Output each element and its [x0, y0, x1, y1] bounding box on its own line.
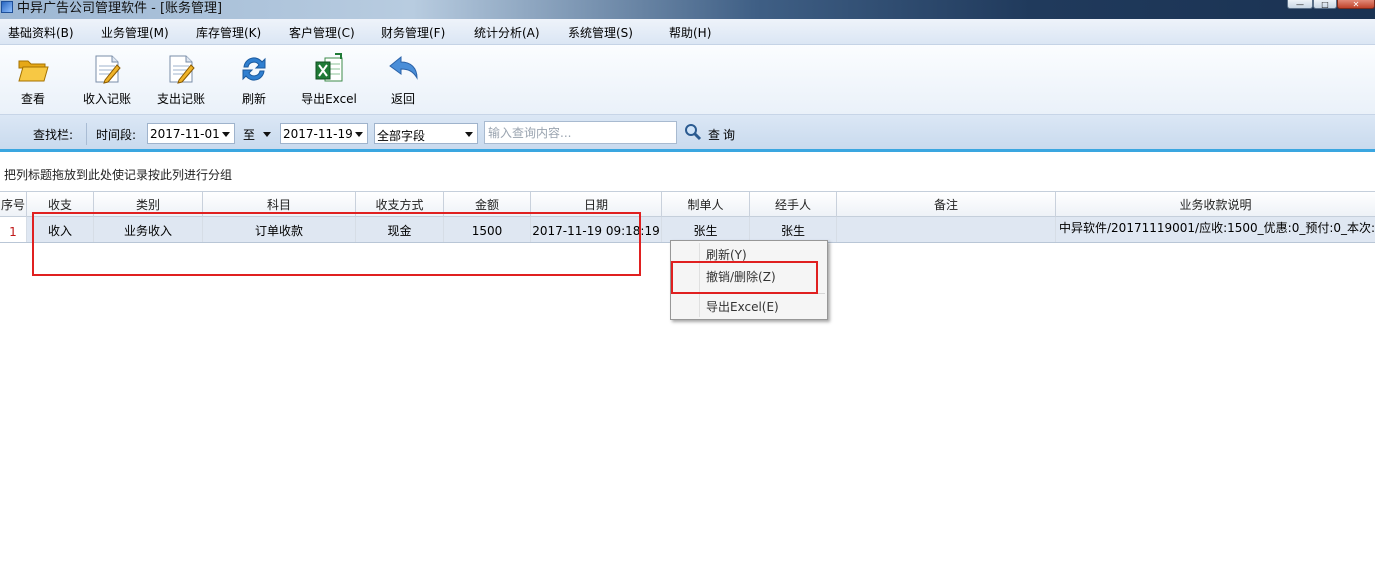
column-header[interactable]: 收支 — [27, 192, 94, 217]
divider — [86, 123, 87, 145]
context-menu-export[interactable]: 导出Excel(E) — [673, 295, 825, 317]
dropdown-arrow-icon[interactable] — [355, 132, 363, 137]
cell-method[interactable]: 现金 — [356, 217, 444, 242]
cell-remark[interactable] — [837, 217, 1056, 242]
menu-statistics[interactable]: 统计分析(A) — [474, 24, 540, 41]
column-header[interactable]: 序号 — [0, 192, 27, 217]
toolbar: 查看 收入记账 支出记账 刷新 导出Excel 返回 — [0, 45, 1375, 115]
back-arrow-icon — [389, 55, 418, 80]
expense-entry-label: 支出记账 — [156, 92, 205, 106]
menu-finance[interactable]: 财务管理(F) — [381, 24, 445, 41]
edit-document-icon — [169, 55, 195, 84]
column-header[interactable]: 制单人 — [662, 192, 750, 217]
cell-category[interactable]: 业务收入 — [94, 217, 203, 242]
menu-inventory[interactable]: 库存管理(K) — [196, 24, 261, 41]
cell-maker[interactable]: 张生 — [662, 217, 750, 242]
income-entry-label: 收入记账 — [82, 92, 131, 106]
edit-document-icon — [95, 55, 121, 84]
menu-system[interactable]: 系统管理(S) — [568, 24, 633, 41]
minimize-button[interactable]: — — [1287, 0, 1313, 9]
column-header[interactable]: 科目 — [203, 192, 356, 217]
context-menu-export-label: 导出Excel(E) — [706, 300, 779, 314]
maximize-button[interactable]: □ — [1313, 0, 1337, 9]
menu-help[interactable]: 帮助(H) — [669, 24, 711, 41]
cell-handler[interactable]: 张生 — [750, 217, 837, 242]
column-header[interactable]: 收支方式 — [356, 192, 444, 217]
column-header[interactable]: 类别 — [94, 192, 203, 217]
date-from-picker[interactable]: 2017-11-01 — [147, 123, 235, 144]
menu-bar: 基础资料(B) 业务管理(M) 库存管理(K) 客户管理(C) 财务管理(F) … — [0, 19, 1375, 45]
dropdown-arrow-icon[interactable] — [263, 132, 271, 137]
search-button-label: 查询 — [708, 128, 739, 142]
date-to-value: 2017-11-19 — [283, 127, 353, 141]
expense-entry-button[interactable]: 支出记账 — [152, 45, 210, 111]
menu-basic-data[interactable]: 基础资料(B) — [8, 24, 74, 41]
close-button[interactable]: ✕ — [1337, 0, 1375, 9]
refresh-label: 刷新 — [241, 92, 266, 106]
cell-subject[interactable]: 订单收款 — [203, 217, 356, 242]
search-bar-label: 查找栏: — [33, 128, 74, 142]
field-select[interactable]: 全部字段 — [374, 123, 478, 144]
minimize-icon: — — [1296, 0, 1304, 9]
period-label: 时间段: — [96, 128, 137, 142]
search-bar: 查找栏: 时间段: 2017-11-01 至 2017-11-19 全部字段 查… — [0, 115, 1375, 152]
dropdown-arrow-icon[interactable] — [465, 132, 473, 137]
column-header[interactable]: 备注 — [837, 192, 1056, 217]
context-menu-refresh[interactable]: 刷新(Y) — [673, 243, 825, 265]
menu-customer[interactable]: 客户管理(C) — [289, 24, 355, 41]
context-menu-refresh-label: 刷新(Y) — [706, 248, 747, 262]
column-header[interactable]: 日期 — [531, 192, 662, 217]
title-bar: 中异广告公司管理软件 - [账务管理] — □ ✕ — [0, 0, 1375, 19]
app-icon — [1, 1, 13, 13]
view-button[interactable]: 查看 — [10, 45, 56, 111]
refresh-icon — [242, 57, 266, 81]
back-label: 返回 — [390, 92, 415, 106]
search-button[interactable]: 查询 — [684, 123, 744, 143]
search-input[interactable] — [484, 121, 677, 144]
column-header[interactable]: 金额 — [444, 192, 531, 217]
context-menu: 刷新(Y) 撤销/删除(Z) 导出Excel(E) — [670, 240, 828, 320]
income-entry-button[interactable]: 收入记账 — [78, 45, 136, 111]
export-excel-button[interactable]: 导出Excel — [300, 45, 358, 111]
row-number: 1 — [0, 217, 27, 242]
view-label: 查看 — [20, 92, 45, 106]
to-label: 至 — [243, 128, 256, 142]
maximize-icon: □ — [1321, 0, 1329, 9]
context-menu-undo-delete[interactable]: 撤销/删除(Z) — [673, 265, 825, 287]
field-select-value: 全部字段 — [377, 129, 426, 143]
column-header[interactable]: 业务收款说明 — [1056, 192, 1375, 217]
menu-separator — [701, 293, 825, 294]
close-icon: ✕ — [1352, 0, 1360, 9]
cell-amount[interactable]: 1500 — [444, 217, 531, 242]
cell-type[interactable]: 收入 — [27, 217, 94, 242]
menu-business[interactable]: 业务管理(M) — [101, 24, 169, 41]
dropdown-arrow-icon[interactable] — [222, 132, 230, 137]
folder-open-icon — [18, 60, 49, 82]
export-excel-label: 导出Excel — [301, 92, 357, 106]
group-by-panel[interactable]: 把列标题拖放到此处使记录按此列进行分组 — [0, 155, 1375, 191]
cell-date[interactable]: 2017-11-19 09:18:19 — [531, 217, 662, 242]
search-icon — [685, 124, 702, 141]
date-to-picker[interactable]: 2017-11-19 — [280, 123, 368, 144]
window-title: 中异广告公司管理软件 - [账务管理] — [17, 1, 223, 16]
context-menu-undo-delete-label: 撤销/删除(Z) — [706, 270, 776, 284]
refresh-button[interactable]: 刷新 — [234, 45, 274, 111]
group-by-hint: 把列标题拖放到此处使记录按此列进行分组 — [4, 168, 233, 182]
cell-description[interactable]: 中异软件/20171119001/应收:1500_优惠:0_预付:0_本次: — [1056, 217, 1375, 242]
grid-header: 序号 收支 类别 科目 收支方式 金额 日期 制单人 经手人 备注 业务收款说明 — [0, 191, 1375, 217]
back-button[interactable]: 返回 — [384, 45, 422, 111]
date-from-value: 2017-11-01 — [150, 127, 220, 141]
column-header[interactable]: 经手人 — [750, 192, 837, 217]
excel-icon — [315, 53, 343, 82]
